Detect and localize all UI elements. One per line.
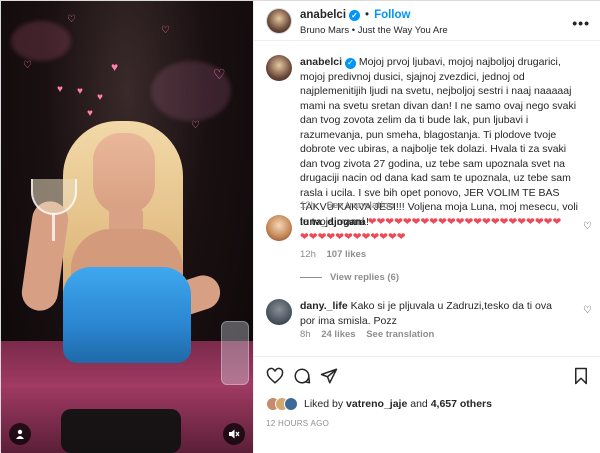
comment-body: luna_djogani ❤❤❤❤❤❤❤❤❤❤❤❤❤❤❤❤❤❤❤❤❤❤❤❤❤❤❤… <box>300 215 566 244</box>
glass-stem <box>52 213 55 241</box>
comment-meta: 8h 24 likes See translation <box>300 329 434 340</box>
heart-decoration: ♥ <box>77 86 83 97</box>
caption-age: 12h <box>300 200 316 211</box>
post-details: anabelci ✓ • Follow Bruno Mars • Just th… <box>253 1 600 453</box>
subject-dress <box>63 267 191 363</box>
mute-button[interactable] <box>223 423 245 445</box>
tagged-users-button[interactable] <box>9 423 31 445</box>
liked-by-and: and <box>410 398 428 410</box>
author-avatar[interactable] <box>266 8 292 34</box>
post-media[interactable]: ♡ ♥ ♡ ♡ ♥ ♥ ♥ ♥ ♡ ♡ <box>1 1 253 453</box>
heart-decoration: ♡ <box>161 25 170 36</box>
post-dialog: ♡ ♥ ♡ ♡ ♥ ♥ ♥ ♥ ♡ ♡ anabelci ✓ • Follow … <box>0 0 600 453</box>
verified-badge-icon: ✓ <box>344 57 356 69</box>
heart-decoration: ♡ <box>191 120 200 131</box>
more-options-icon[interactable]: ••• <box>572 15 590 31</box>
heart-decoration: ♥ <box>97 92 103 103</box>
save-button[interactable] <box>570 365 592 387</box>
like-button[interactable] <box>264 365 286 387</box>
heart-decoration: ♥ <box>111 60 119 74</box>
comments-list[interactable]: anabelci ✓ Mojoj prvoj ljubavi, mojoj na… <box>254 41 600 356</box>
heart-decoration: ♡ <box>213 66 226 82</box>
comment-author[interactable]: luna_djogani <box>300 216 365 228</box>
speaker-muted-icon <box>229 429 240 439</box>
user-icon <box>16 429 24 439</box>
phone-on-table <box>61 409 181 453</box>
heart-icon <box>266 367 284 384</box>
view-replies-label: View replies (6) <box>330 272 399 283</box>
caption-author[interactable]: anabelci <box>300 56 342 68</box>
liker-avatars[interactable] <box>266 397 298 411</box>
paper-plane-icon <box>320 368 338 384</box>
comment-body: dany._life Kako si je pljuvala u Zadruzi… <box>300 299 566 328</box>
heart-decoration: ♡ <box>67 14 76 25</box>
ambient-light <box>11 21 71 61</box>
share-button[interactable] <box>318 365 340 387</box>
caption-meta: 12h See translation <box>300 200 395 211</box>
comment-age: 12h <box>300 249 316 260</box>
like-comment-icon[interactable]: ♡ <box>583 305 592 316</box>
heart-decoration: ♥ <box>57 84 63 95</box>
separator-dot: • <box>365 9 370 21</box>
comment-likes[interactable]: 107 likes <box>327 249 367 260</box>
liker-avatar <box>284 397 298 411</box>
bookmark-icon <box>575 367 587 385</box>
liked-by-prefix: Liked by <box>304 398 344 410</box>
view-replies-button[interactable]: View replies (6) <box>300 272 399 283</box>
verified-badge-icon: ✓ <box>349 9 361 21</box>
see-translation-link[interactable]: See translation <box>366 329 434 340</box>
author-username[interactable]: anabelci <box>300 9 346 21</box>
post-actions: Liked by vatreno_jaje and 4,657 others 1… <box>254 356 600 453</box>
see-translation-link[interactable]: See translation <box>327 200 395 211</box>
commenter-avatar[interactable] <box>266 299 292 325</box>
comment-bubble-icon <box>294 368 311 384</box>
caption-author-avatar[interactable] <box>266 55 292 81</box>
comment-meta: 12h 107 likes <box>300 249 366 260</box>
liked-by-user[interactable]: vatreno_jaje <box>346 398 407 410</box>
post-header: anabelci ✓ • Follow Bruno Mars • Just th… <box>254 1 600 41</box>
likes-count[interactable]: 4,657 others <box>431 398 492 410</box>
liked-by: Liked by vatreno_jaje and 4,657 others <box>266 397 492 411</box>
author-line: anabelci ✓ • Follow <box>300 9 410 21</box>
comment-likes[interactable]: 24 likes <box>321 329 355 340</box>
heart-decoration: ♥ <box>87 108 93 119</box>
replies-line <box>300 277 322 278</box>
water-glass <box>221 321 249 385</box>
subject-face <box>93 133 155 215</box>
like-comment-icon[interactable]: ♡ <box>583 221 592 232</box>
comment-author[interactable]: dany._life <box>300 300 348 312</box>
heart-decoration: ♡ <box>23 60 32 71</box>
comment-button[interactable] <box>291 365 313 387</box>
commenter-avatar[interactable] <box>266 215 292 241</box>
follow-button[interactable]: Follow <box>374 9 410 21</box>
post-timestamp[interactable]: 12 HOURS AGO <box>266 419 329 428</box>
comment-age: 8h <box>300 329 311 340</box>
audio-track[interactable]: Bruno Mars • Just the Way You Are <box>300 25 448 36</box>
